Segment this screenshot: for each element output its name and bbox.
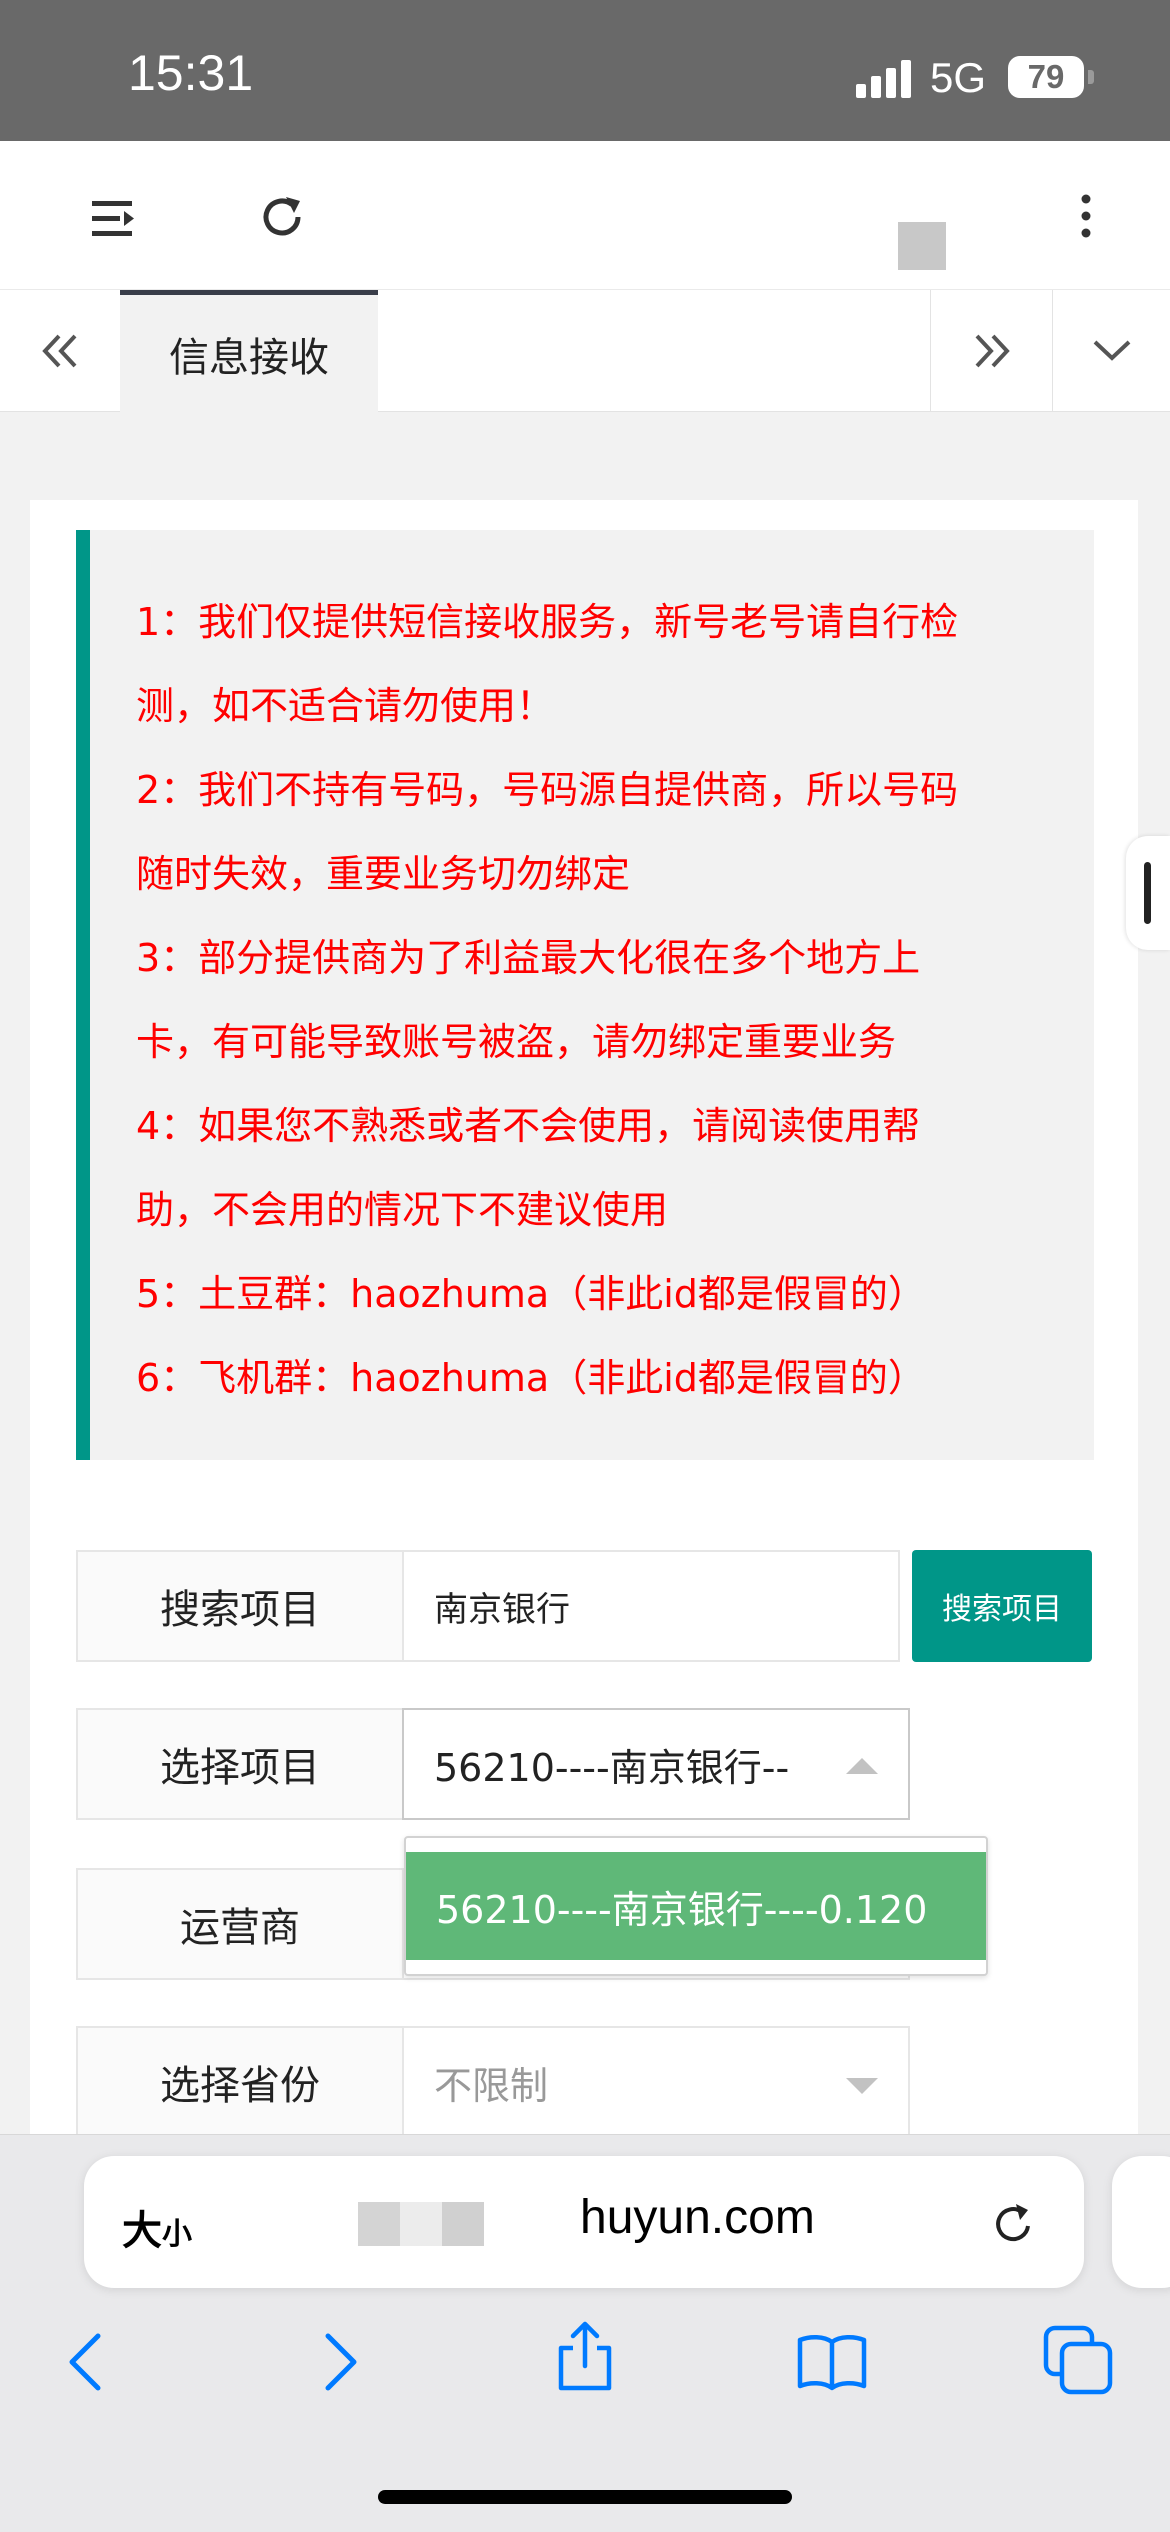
search-project-label: 搜索项目	[76, 1550, 404, 1662]
project-select-value: 56210----南京银行--	[434, 1745, 790, 1790]
province-select[interactable]: 不限制	[402, 2026, 910, 2138]
forward-icon[interactable]	[300, 2324, 376, 2400]
project-select[interactable]: 56210----南京银行--	[402, 1708, 910, 1820]
status-bar: 15:31 5G 79	[0, 0, 1170, 141]
reload-icon[interactable]	[986, 2196, 1042, 2252]
double-chevron-right-icon	[975, 334, 1010, 368]
blurred-area	[442, 2202, 484, 2246]
menu-fold-icon[interactable]	[86, 191, 142, 247]
app-toolbar	[0, 141, 1170, 290]
notice-line: 3：部分提供商为了利益最大化很在多个地方上	[136, 936, 921, 980]
province-label: 选择省份	[76, 2026, 404, 2138]
text-size-button[interactable]: 大小	[122, 2198, 192, 2256]
project-dropdown: 56210----南京银行----0.120	[404, 1836, 988, 1976]
home-indicator	[378, 2490, 792, 2504]
tabs-dropdown-button[interactable]	[1052, 290, 1170, 412]
url-text: huyun.com	[580, 2191, 815, 2244]
carrier-label: 运营商	[76, 1868, 404, 1980]
notice-line: 4：如果您不熟悉或者不会使用，请阅读使用帮	[136, 1104, 921, 1148]
notice-line: 助，不会用的情况下不建议使用	[136, 1188, 669, 1232]
bookmarks-icon[interactable]	[794, 2324, 870, 2400]
notice-line: 5：土豆群：haozhuma（非此id都是假冒的）	[136, 1272, 926, 1316]
select-project-label: 选择项目	[76, 1708, 404, 1820]
notice-line: 1：我们仅提供短信接收服务，新号老号请自行检	[136, 600, 959, 644]
caret-down-icon	[846, 2078, 878, 2094]
search-project-button[interactable]: 搜索项目	[912, 1550, 1092, 1662]
next-tab-address-bar[interactable]	[1112, 2156, 1170, 2288]
blurred-area	[358, 2202, 400, 2246]
address-bar[interactable]: 大小 huyun.com	[84, 2156, 1084, 2288]
project-option[interactable]: 56210----南京银行----0.120	[406, 1852, 986, 1960]
search-input[interactable]: 南京银行	[402, 1550, 900, 1662]
battery-cap	[1088, 70, 1094, 84]
caret-up-icon	[846, 1758, 878, 1774]
tabs-next-button[interactable]	[930, 290, 1052, 412]
notice-line: 2：我们不持有号码，号码源自提供商，所以号码	[136, 768, 959, 812]
double-chevron-left-icon	[42, 334, 77, 368]
back-icon[interactable]	[50, 2324, 126, 2400]
notice-line: 卡，有可能导致账号被盗，请勿绑定重要业务	[136, 1020, 897, 1064]
scroll-handle[interactable]	[1126, 836, 1170, 950]
province-select-value: 不限制	[434, 2063, 549, 2108]
notice-line: 随时失效，重要业务切勿绑定	[136, 852, 631, 896]
signal-icon	[856, 60, 912, 98]
tab-message-receive[interactable]: 信息接收	[120, 290, 378, 412]
refresh-icon[interactable]	[254, 189, 310, 245]
notice-line: 6：飞机群：haozhuma（非此id都是假冒的）	[136, 1356, 926, 1400]
blurred-area	[400, 2202, 442, 2246]
blurred-area	[898, 222, 946, 270]
share-icon[interactable]	[547, 2318, 623, 2394]
tabs-icon[interactable]	[1040, 2322, 1116, 2398]
battery-icon: 79	[1008, 56, 1084, 98]
tabs-prev-button[interactable]	[0, 290, 120, 412]
notice-line: 测，如不适合请勿使用！	[136, 684, 555, 728]
tabs-bar: 信息接收	[0, 290, 1170, 412]
status-time: 15:31	[128, 45, 254, 101]
notice-box: 1：我们仅提供短信接收服务，新号老号请自行检 测，如不适合请勿使用！ 2：我们不…	[76, 530, 1094, 1460]
network-label: 5G	[930, 54, 987, 101]
chevron-down-icon	[1093, 340, 1130, 361]
more-vertical-icon[interactable]	[1058, 189, 1114, 245]
